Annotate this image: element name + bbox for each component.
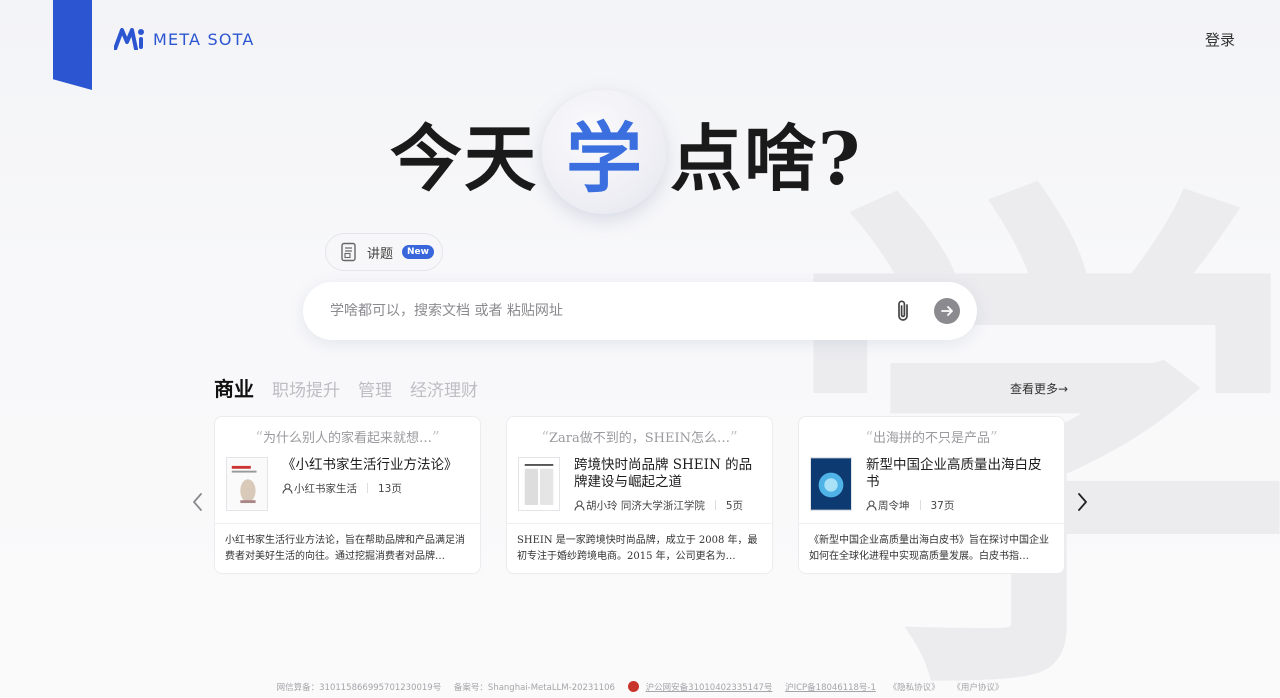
- document-icon: [341, 242, 356, 262]
- footer-terms-link[interactable]: 《用户协议》: [952, 683, 1003, 693]
- new-badge: New: [402, 245, 434, 259]
- document-thumbnail: [226, 456, 268, 511]
- police-emblem-icon: [627, 681, 639, 692]
- hero-text-pre: 今天: [390, 115, 539, 201]
- document-thumbnail: [810, 456, 852, 511]
- card-description: SHEIN 是一家跨境快时尚品牌，成立于 2008 年，最初专注于婚纱跨境电商。…: [507, 523, 772, 573]
- tab-business[interactable]: 商业: [214, 373, 254, 402]
- document-thumbnail: [518, 456, 560, 511]
- tab-management[interactable]: 管理: [358, 376, 392, 401]
- card-quote-text: 为什么别人的家看起来就想…: [262, 431, 432, 446]
- tab-finance[interactable]: 经济理财: [410, 376, 478, 401]
- hero-text-post: 点啥?: [670, 115, 863, 201]
- login-button[interactable]: 登录: [1205, 29, 1235, 50]
- search-bar: [303, 282, 977, 340]
- hero-highlight-circle: 学: [542, 90, 667, 214]
- paperclip-icon[interactable]: [892, 299, 914, 323]
- carousel-next-button[interactable]: [1074, 490, 1090, 514]
- view-more-link[interactable]: 查看更多→: [1010, 380, 1068, 397]
- carousel-prev-button[interactable]: [190, 490, 206, 514]
- card-quote-text: 出海拼的不只是产品: [872, 431, 990, 446]
- logo[interactable]: META SOTA: [114, 27, 255, 51]
- document-card[interactable]: “Zara做不到的，SHEIN怎么…” 跨境快时尚品牌 SHEIN 的品牌建设与…: [506, 416, 773, 574]
- card-quote-text: Zara做不到的，SHEIN怎么…: [549, 431, 730, 446]
- card-title: 跨境快时尚品牌 SHEIN 的品牌建设与崛起之道: [574, 456, 753, 490]
- document-card-list: “为什么别人的家看起来就想…” 《小红书家生活行业方法论》 小红书家生活 13页…: [214, 416, 1065, 574]
- feature-chip-label: 讲题: [367, 246, 394, 262]
- tab-career[interactable]: 职场提升: [272, 376, 340, 401]
- footer: 网信算备：310115866995701230019号 备案号：Shanghai…: [0, 681, 1280, 693]
- hero-text-highlight: 学: [566, 114, 643, 203]
- footer-police-filing-link[interactable]: 沪公网安备31010402335147号: [646, 683, 773, 693]
- feature-chip-explain[interactable]: 讲题 New: [325, 233, 443, 271]
- arrow-right-icon: [941, 306, 953, 316]
- card-pages: 5页: [725, 499, 744, 512]
- footer-algorithm-filing: 网信算备：310115866995701230019号: [276, 683, 442, 693]
- document-card[interactable]: “为什么别人的家看起来就想…” 《小红书家生活行业方法论》 小红书家生活 13页…: [214, 416, 481, 574]
- hero-heading: 今天 学 点啥?: [390, 88, 862, 216]
- footer-privacy-link[interactable]: 《隐私协议》: [889, 683, 940, 693]
- card-author: 小红书家生活: [294, 482, 357, 495]
- card-author: 周令坤: [878, 499, 910, 512]
- card-title: 新型中国企业高质量出海白皮书: [866, 456, 1042, 490]
- card-pages: 13页: [378, 482, 402, 495]
- card-description: 《新型中国企业高质量出海白皮书》旨在探讨中国企业如何在全球化进程中实现高质量发展…: [799, 523, 1064, 573]
- search-input[interactable]: [330, 303, 892, 319]
- user-icon: [574, 500, 585, 511]
- card-quote: “出海拼的不只是产品”: [865, 428, 998, 446]
- card-quote: “为什么别人的家看起来就想…”: [255, 428, 440, 446]
- card-description: 小红书家生活行业方法论，旨在帮助品牌和产品满足消费者对美好生活的向往。通过挖掘消…: [215, 523, 480, 573]
- category-tabs: 商业 职场提升 管理 经济理财: [214, 373, 478, 402]
- brand-name: META SOTA: [153, 29, 255, 49]
- document-card[interactable]: “出海拼的不只是产品” 新型中国企业高质量出海白皮书 周令坤 37页 《新型中国…: [798, 416, 1065, 574]
- card-author: 胡小玲 同济大学浙江学院: [586, 499, 705, 512]
- search-submit-button[interactable]: [934, 298, 960, 324]
- footer-icp-link[interactable]: 沪ICP备18046118号-1: [785, 683, 876, 693]
- card-quote: “Zara做不到的，SHEIN怎么…”: [541, 428, 738, 446]
- card-title: 《小红书家生活行业方法论》: [282, 456, 458, 473]
- brand-logo-icon: [114, 28, 144, 50]
- footer-record-number: 备案号：Shanghai-MetaLLM-20231106: [453, 683, 615, 693]
- card-pages: 37页: [930, 499, 955, 512]
- brand-ribbon: [53, 0, 92, 90]
- user-icon: [866, 500, 877, 511]
- user-icon: [282, 483, 293, 494]
